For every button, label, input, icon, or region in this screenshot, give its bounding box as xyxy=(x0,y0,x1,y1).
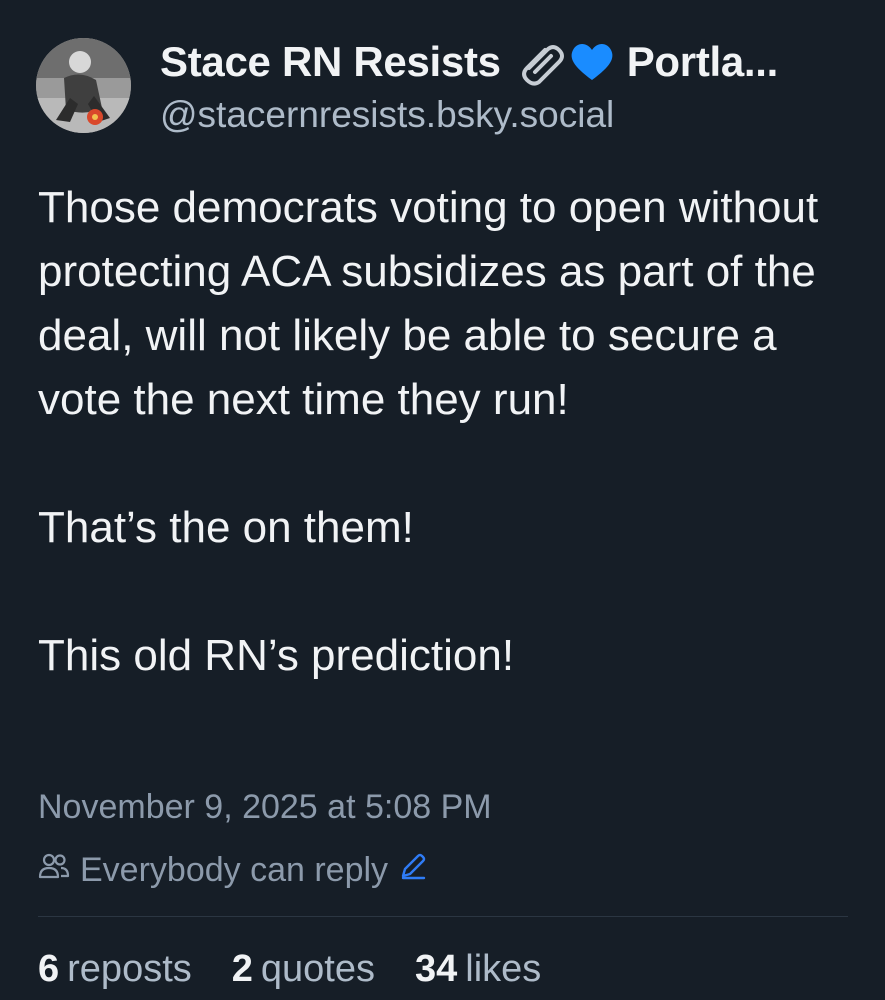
likes-label: likes xyxy=(465,948,542,990)
blue-heart-icon xyxy=(569,38,615,86)
post-paragraph: Those democrats voting to open without p… xyxy=(38,183,819,424)
paperclip-icon xyxy=(515,38,567,86)
post-paragraph: That’s the on them! xyxy=(38,503,414,552)
avatar-image xyxy=(36,38,131,133)
likes-stat[interactable]: 34 likes xyxy=(415,948,541,991)
reposts-count: 6 xyxy=(38,948,60,990)
reposts-stat[interactable]: 6 reposts xyxy=(38,948,192,991)
people-icon xyxy=(38,850,70,891)
reposts-label: reposts xyxy=(67,948,192,990)
reply-setting-label: Everybody can reply xyxy=(80,850,389,889)
reply-setting[interactable]: Everybody can reply xyxy=(38,847,428,893)
post-header: Stace RN Resists Portla... @stacernresis… xyxy=(36,38,856,138)
avatar[interactable] xyxy=(36,38,131,133)
author-handle[interactable]: @stacernresists.bsky.social xyxy=(160,94,614,136)
post-timestamp: November 9, 2025 at 5:08 PM xyxy=(38,788,492,826)
likes-count: 34 xyxy=(415,948,458,990)
author-name-truncated[interactable]: Portla... xyxy=(627,38,779,86)
author-name-row[interactable]: Stace RN Resists Portla... xyxy=(160,38,778,86)
divider xyxy=(38,916,848,917)
quotes-label: quotes xyxy=(260,948,375,990)
pencil-icon[interactable] xyxy=(398,851,428,890)
quotes-count: 2 xyxy=(231,948,253,990)
post-body: Those democrats voting to open without p… xyxy=(38,176,858,688)
engagement-stats: 6 reposts 2 quotes 34 likes xyxy=(38,948,581,991)
author-display-name[interactable]: Stace RN Resists xyxy=(160,38,501,86)
post-paragraph: This old RN’s prediction! xyxy=(38,631,515,680)
quotes-stat[interactable]: 2 quotes xyxy=(232,948,375,991)
